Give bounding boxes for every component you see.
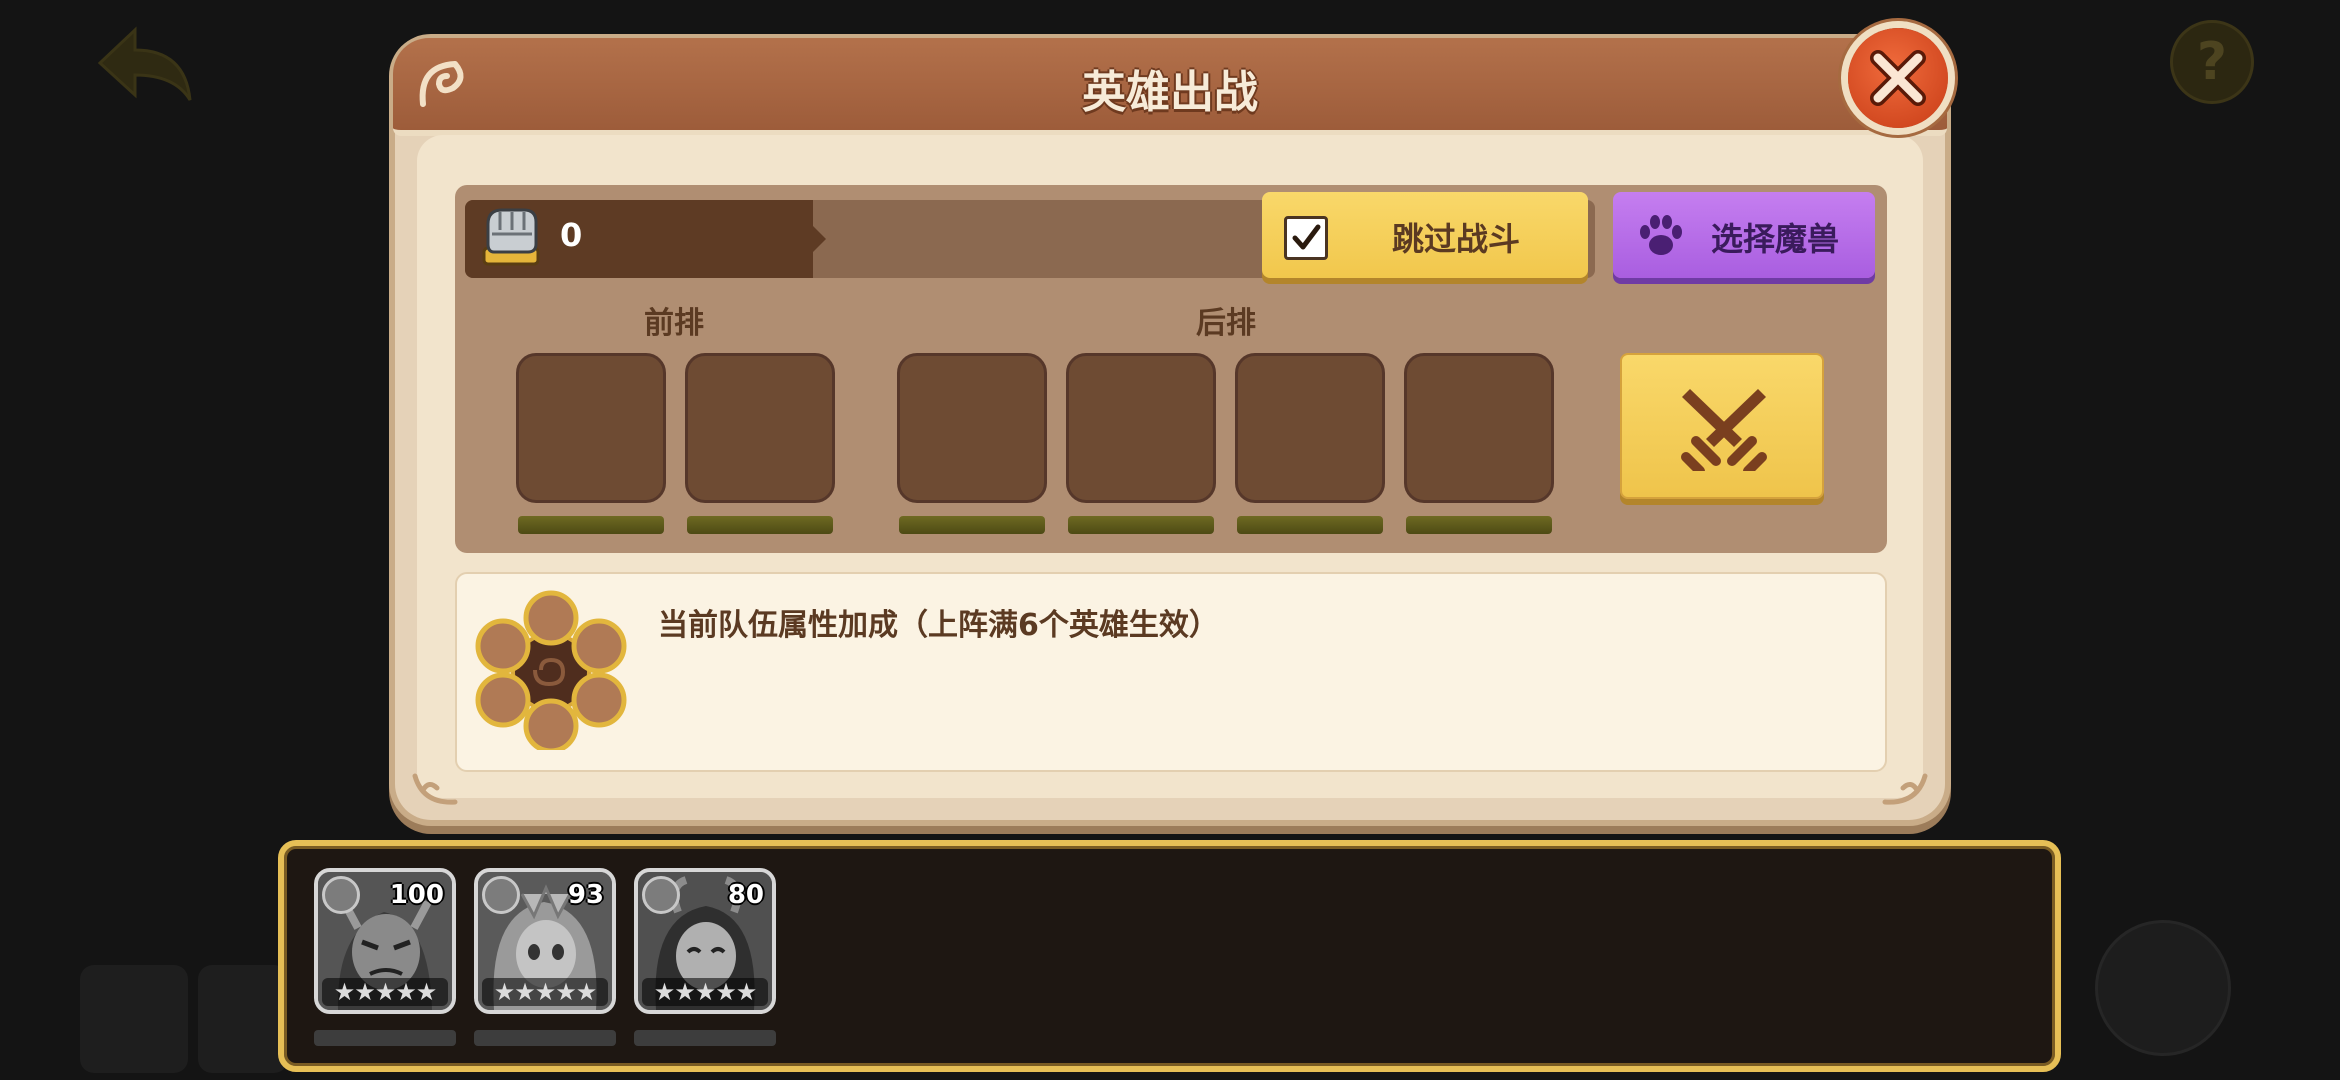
background-skill-slot [80, 965, 188, 1073]
hero-element-icon [482, 876, 520, 914]
power-value: 0 [560, 216, 583, 254]
hero-card[interactable]: 100 ★★★★★ [314, 868, 456, 1014]
skip-battle-button[interactable]: 跳过战斗 [1262, 192, 1588, 278]
front-row-label: 前排 [644, 306, 704, 341]
back-slot-1[interactable] [897, 353, 1047, 503]
dialog-title: 英雄出战 [1082, 67, 1258, 118]
hero-element-icon [322, 876, 360, 914]
swirl-ornament-icon [419, 61, 464, 107]
hero-stars: ★★★★★ [642, 978, 768, 1006]
paw-icon [1640, 215, 1682, 255]
hero-card[interactable]: 93 ★★★★★ [474, 868, 616, 1014]
hero-status-bar [474, 1030, 616, 1046]
back-slot-2[interactable] [1066, 353, 1216, 503]
close-button[interactable] [1848, 28, 1948, 128]
hero-card[interactable]: 80 ★★★★★ [634, 868, 776, 1014]
team-bonus-emblem-icon[interactable] [475, 590, 627, 750]
background-heart-slot [198, 965, 288, 1073]
back-slot-3-bar [1237, 516, 1383, 534]
crossed-swords-icon [1681, 389, 1767, 471]
select-beast-button[interactable]: 选择魔兽 [1613, 192, 1875, 278]
skip-battle-label: 跳过战斗 [1392, 220, 1521, 258]
front-slot-1-bar [518, 516, 664, 534]
hero-level: 93 [567, 880, 604, 910]
back-row-label: 后排 [1196, 306, 1256, 341]
back-slot-4-bar [1406, 516, 1552, 534]
back-slot-4[interactable] [1404, 353, 1554, 503]
dialog-title-bar: 英雄出战 [393, 38, 1947, 136]
team-bonus-text: 当前队伍属性加成（上阵满6个英雄生效） [658, 608, 1219, 643]
battle-button[interactable] [1620, 353, 1824, 499]
checkmark-icon [1292, 224, 1321, 250]
fist-power-icon [482, 208, 540, 266]
hero-status-bar [314, 1030, 456, 1046]
hero-stars: ★★★★★ [322, 978, 448, 1006]
help-icon[interactable]: ? [2170, 20, 2254, 104]
skip-battle-checkbox[interactable] [1284, 216, 1328, 260]
back-arrow-icon[interactable] [95, 25, 195, 105]
back-slot-2-bar [1068, 516, 1214, 534]
front-slot-2[interactable] [685, 353, 835, 503]
treasure-chest-icon [2095, 920, 2231, 1056]
front-slot-2-bar [687, 516, 833, 534]
hero-level: 80 [727, 880, 764, 910]
hero-level: 100 [389, 880, 444, 910]
front-slot-1[interactable] [516, 353, 666, 503]
hero-stars: ★★★★★ [482, 978, 608, 1006]
power-arrow [813, 226, 826, 252]
back-slot-3[interactable] [1235, 353, 1385, 503]
back-slot-1-bar [899, 516, 1045, 534]
close-icon [1870, 50, 1926, 106]
hero-element-icon [642, 876, 680, 914]
select-beast-label: 选择魔兽 [1711, 220, 1840, 258]
hero-status-bar [634, 1030, 776, 1046]
